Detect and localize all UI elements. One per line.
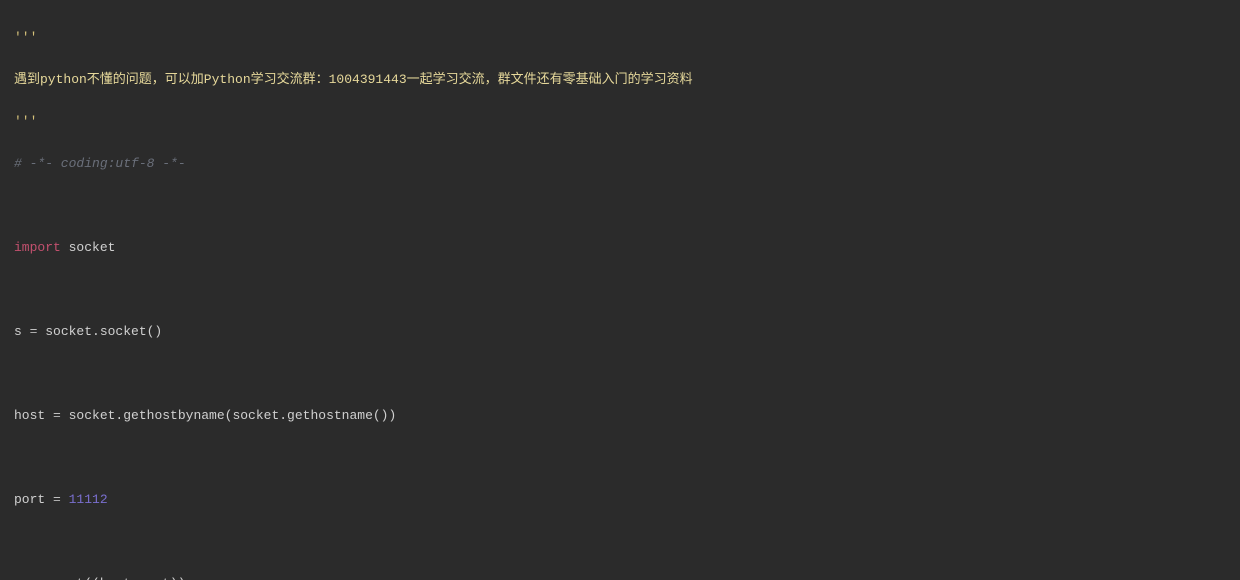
code-line: s = socket.socket() [14, 321, 1240, 342]
blank-line [14, 195, 1240, 216]
docstring-delim: ''' [14, 30, 37, 45]
code-editor: ''' 遇到python不懂的问题，可以加Python学习交流群：1004391… [0, 0, 1240, 580]
docstring-delim: ''' [14, 114, 37, 129]
blank-line [14, 531, 1240, 552]
blank-line [14, 279, 1240, 300]
code-line: 遇到python不懂的问题，可以加Python学习交流群：1004391443一… [14, 69, 1240, 90]
code-line: import socket [14, 237, 1240, 258]
expr: socket.gethostbyname(socket.gethostname(… [69, 408, 397, 423]
module-name: socket [61, 240, 116, 255]
code-line: port = 11112 [14, 489, 1240, 510]
var-s: s [14, 324, 30, 339]
docstring-text: 遇到python不懂的问题，可以加Python学习交流群：1004391443一… [14, 72, 693, 87]
assign-op: = [53, 492, 69, 507]
code-line: # -*- coding:utf-8 -*- [14, 153, 1240, 174]
keyword-import: import [14, 240, 61, 255]
assign-op: = [53, 408, 69, 423]
expr: socket.socket() [45, 324, 162, 339]
assign-op: = [30, 324, 46, 339]
encoding-comment: # -*- coding:utf-8 -*- [14, 156, 186, 171]
blank-line [14, 363, 1240, 384]
expr: s.connect((host,port)) [14, 576, 186, 580]
number-literal: 11112 [69, 492, 108, 507]
var-host: host [14, 408, 53, 423]
code-line: ''' [14, 111, 1240, 132]
code-line: s.connect((host,port)) [14, 573, 1240, 580]
blank-line [14, 447, 1240, 468]
var-port: port [14, 492, 53, 507]
code-line: host = socket.gethostbyname(socket.getho… [14, 405, 1240, 426]
code-line: ''' [14, 27, 1240, 48]
